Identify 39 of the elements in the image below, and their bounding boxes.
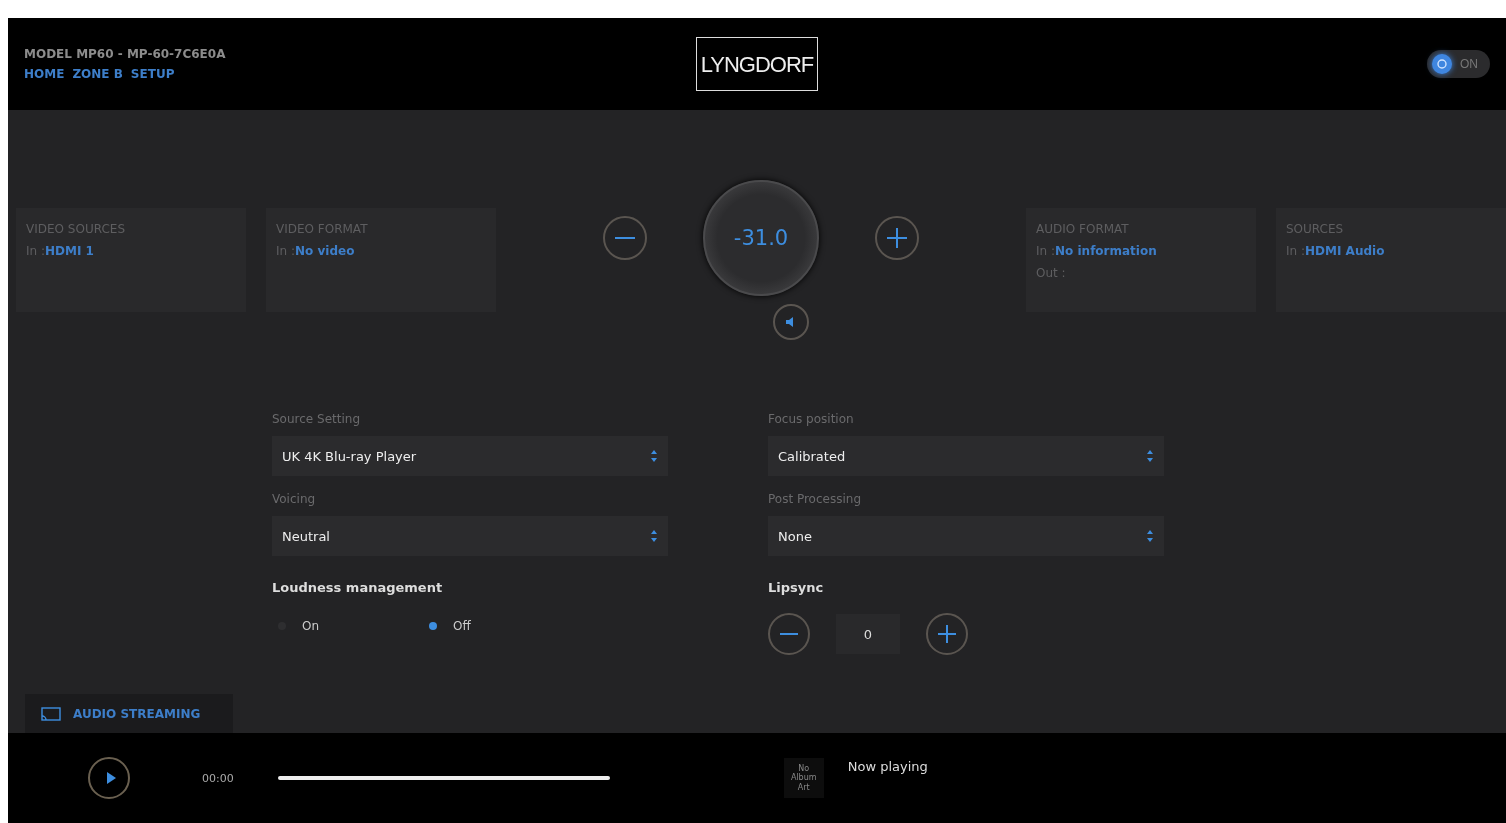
logo: LYNGDORF bbox=[695, 37, 819, 91]
updown-arrows-icon bbox=[1146, 529, 1154, 543]
minus-icon bbox=[780, 632, 798, 636]
select-field[interactable]: Neutral bbox=[272, 516, 668, 556]
nav-link[interactable]: ZONE B bbox=[72, 67, 123, 81]
minus-icon bbox=[615, 236, 635, 240]
lipsync-up-button[interactable] bbox=[926, 613, 968, 655]
volume-dial[interactable]: -31.0 bbox=[703, 180, 819, 296]
section-title: Loudness management bbox=[272, 580, 444, 595]
nav-link[interactable]: SETUP bbox=[130, 67, 175, 81]
field-label: Voicing bbox=[272, 492, 317, 506]
radio-option[interactable]: Off bbox=[429, 619, 471, 633]
volume-down-button[interactable] bbox=[603, 216, 647, 260]
mute-button[interactable] bbox=[773, 304, 809, 340]
cast-icon bbox=[41, 706, 61, 721]
lipsync-value: 0 bbox=[836, 614, 900, 654]
select-field[interactable]: UK 4K Blu-ray Player bbox=[272, 436, 668, 476]
streaming-tab[interactable]: AUDIO STREAMING bbox=[25, 694, 233, 733]
play-icon bbox=[105, 772, 116, 784]
updown-arrows-icon bbox=[650, 529, 658, 543]
now-playing-label: Now playing bbox=[847, 758, 928, 774]
updown-arrows-icon bbox=[650, 449, 658, 463]
field-label: Post Processing bbox=[768, 492, 862, 506]
plus-icon bbox=[887, 228, 907, 248]
volume-up-button[interactable] bbox=[875, 216, 919, 260]
radio-option[interactable]: On bbox=[278, 619, 320, 633]
play-button[interactable] bbox=[88, 757, 130, 799]
lipsync-down-button[interactable] bbox=[768, 613, 810, 655]
album-art-text: No Album Art bbox=[783, 758, 824, 798]
field-label: Focus position bbox=[768, 412, 855, 426]
plus-icon bbox=[938, 625, 956, 643]
select-field[interactable]: None bbox=[768, 516, 1164, 556]
model-name: MODEL MP60 - MP-60-7C6E0A bbox=[24, 47, 227, 61]
time-label: 00:00 bbox=[202, 771, 234, 785]
updown-arrows-icon bbox=[1146, 449, 1154, 463]
section-title: Lipsync bbox=[768, 580, 825, 595]
field-label: Source Setting bbox=[272, 412, 361, 426]
nav-link[interactable]: HOME bbox=[24, 67, 65, 81]
select-field[interactable]: Calibrated bbox=[768, 436, 1164, 476]
